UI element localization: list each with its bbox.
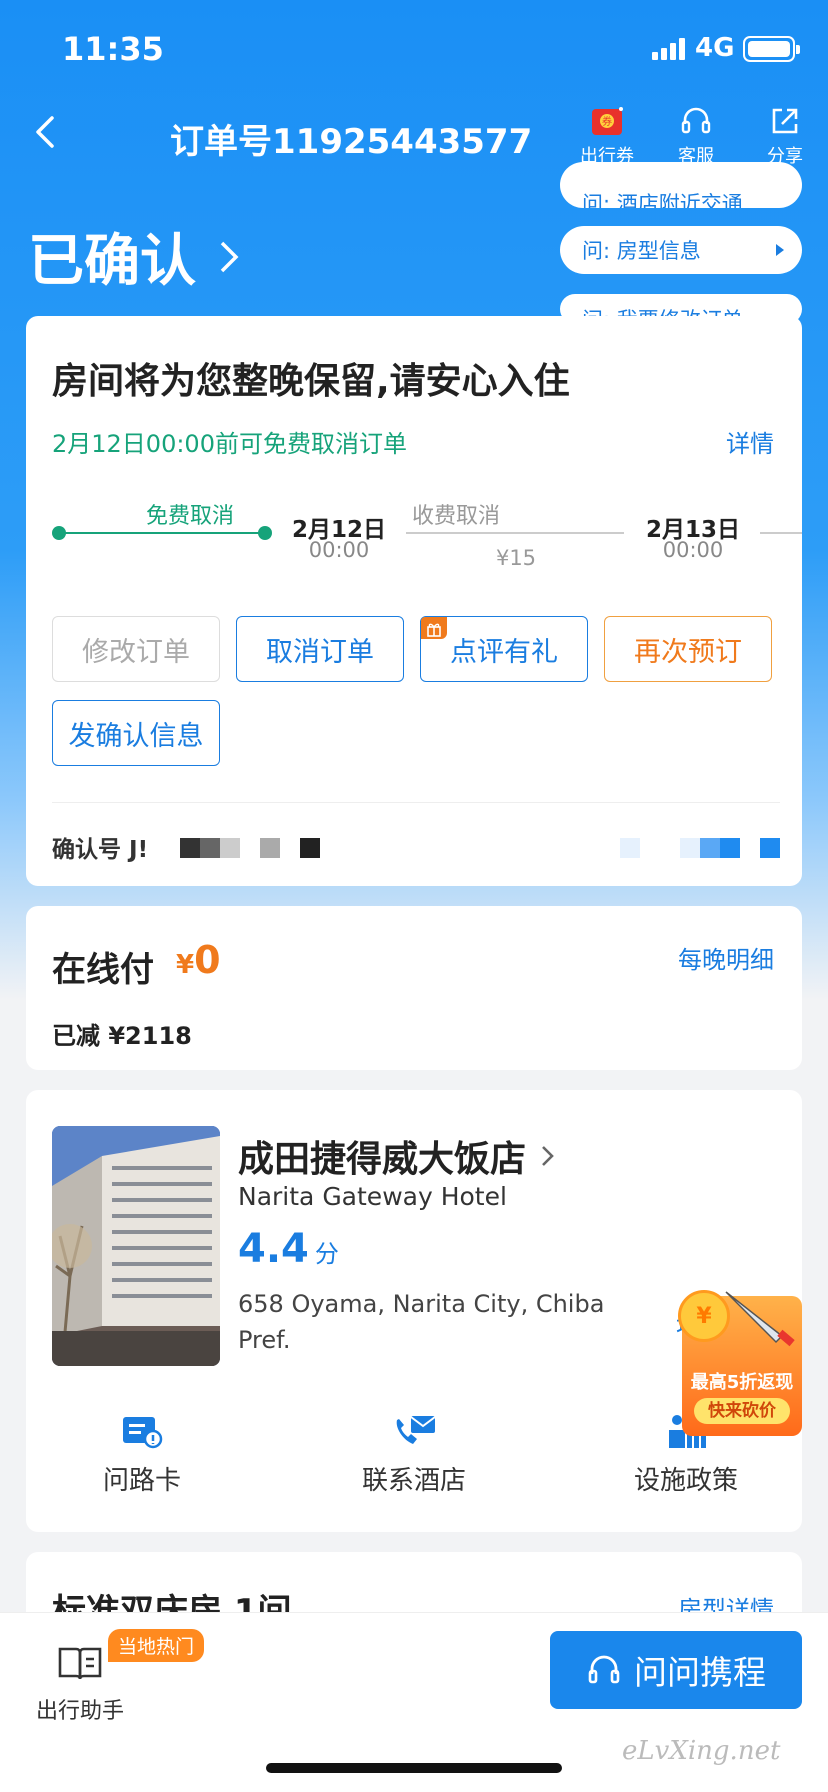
question-pill-label: 问: 房型信息 [582, 239, 701, 263]
score-value: 4.4 [238, 1226, 309, 1272]
saved-amount: 已减 ¥2118 [52, 1022, 192, 1050]
timeline-paid-fee: ¥15 [495, 546, 537, 570]
timeline-time-1: 00:00 [308, 538, 370, 562]
hot-badge: 当地热门 [108, 1629, 205, 1662]
review-reward-button[interactable]: 点评有礼 [420, 616, 588, 682]
payment-method: 在线付 [52, 950, 154, 990]
rebook-button[interactable]: 再次预订 [604, 616, 772, 682]
watermark: eLvXing.net [622, 1736, 781, 1766]
nightly-detail-link[interactable]: 每晚明细 [678, 940, 774, 975]
hotel-name-en: Narita Gateway Hotel [238, 1182, 507, 1211]
back-icon[interactable] [28, 112, 68, 152]
currency-symbol: ¥ [176, 950, 195, 980]
facility-policy-label: 设施政策 [633, 1466, 738, 1496]
share-icon [750, 100, 820, 142]
share-button[interactable]: 分享 [750, 100, 820, 168]
hotel-name-text: 成田捷得威大饭店 [238, 1139, 527, 1180]
timeline-paid-line [406, 532, 624, 534]
travel-helper-label: 出行助手 [35, 1699, 124, 1724]
headset-icon [661, 100, 731, 142]
divider [52, 802, 780, 803]
order-status[interactable]: 已确认 [28, 216, 244, 297]
timeline-time-2: 00:00 [662, 538, 724, 562]
order-status-label: 已确认 [28, 229, 196, 294]
contact-hotel-button[interactable]: 联系酒店 [334, 1404, 494, 1497]
timeline-paid-label: 收费取消 [411, 504, 500, 529]
status-bar: 11:35 4G [0, 0, 828, 100]
cancel-order-button[interactable]: 取消订单 [236, 616, 404, 682]
timeline-free-label: 免费取消 [145, 504, 234, 529]
chevron-right-icon [220, 241, 239, 272]
status-time: 11:35 [62, 30, 164, 68]
promo-line-1: 最高5折返现 [690, 1372, 794, 1393]
gift-icon [421, 617, 447, 639]
battery-icon [743, 36, 800, 62]
coupon-button[interactable]: 券 出行券 [572, 100, 642, 168]
order-number: 订单号11925443577 [170, 122, 533, 162]
svg-text:券: 券 [602, 115, 612, 128]
cancel-detail-link[interactable]: 详情 [726, 424, 774, 459]
network-type: 4G [695, 33, 735, 63]
review-reward-label: 点评有礼 [450, 636, 558, 668]
hotel-address: 658 Oyama, Narita City, Chiba Pref. [238, 1290, 605, 1354]
payment-amount: ¥0 [176, 938, 221, 982]
customer-service-button[interactable]: 客服 [661, 100, 731, 168]
ask-ctrip-button[interactable]: 问问携程 [550, 1631, 802, 1709]
payment-card: 在线付 ¥0 每晚明细 已减 ¥2118 [26, 906, 802, 1070]
question-pill-traffic[interactable]: 问: 酒店附近交通 [560, 162, 802, 208]
modify-order-button[interactable]: 修改订单 [52, 616, 220, 682]
timeline-end-dot [258, 526, 272, 540]
question-pill-room-info[interactable]: 问: 房型信息 [560, 226, 802, 274]
sword-icon [725, 1291, 795, 1347]
confirmation-number: 确认号 J! [52, 837, 149, 863]
room-guarantee-text: 房间将为您整晚保留,请安心入住 [52, 361, 570, 402]
phone-mail-icon [334, 1404, 494, 1460]
send-confirmation-button[interactable]: 发确认信息 [52, 700, 220, 766]
caret-right-icon [776, 244, 784, 256]
ask-ctrip-label: 问问携程 [634, 1653, 766, 1692]
direction-card-icon [62, 1404, 222, 1460]
headset-icon [588, 1655, 620, 1684]
hotel-name[interactable]: 成田捷得威大饭店 [238, 1130, 556, 1182]
cancellation-card: 房间将为您整晚保留,请安心入住 2月12日00:00前可免费取消订单 详情 免费… [26, 316, 802, 886]
free-cancel-note: 2月12日00:00前可免费取消订单 [52, 430, 407, 458]
coupon-icon: 券 [572, 100, 642, 142]
amount-value: 0 [194, 938, 221, 982]
score-unit: 分 [314, 1240, 339, 1268]
contact-hotel-label: 联系酒店 [361, 1466, 466, 1496]
promo-line-2: 快来砍价 [694, 1398, 790, 1424]
timeline-start-dot [52, 526, 66, 540]
chevron-right-icon [542, 1146, 554, 1166]
cashback-promo-badge[interactable]: ¥ 最高5折返现 快来砍价 [678, 1290, 802, 1436]
direction-card-label: 问路卡 [102, 1466, 181, 1496]
hotel-photo[interactable] [52, 1126, 220, 1366]
hotel-score: 4.4 分 [238, 1226, 339, 1272]
signal-icon [652, 38, 686, 60]
timeline-tail-line [760, 532, 802, 534]
direction-card-button[interactable]: 问路卡 [62, 1404, 222, 1497]
timeline-free-line [58, 532, 266, 534]
question-pill-label: 问: 酒店附近交通 [582, 192, 743, 208]
home-indicator [266, 1763, 562, 1773]
